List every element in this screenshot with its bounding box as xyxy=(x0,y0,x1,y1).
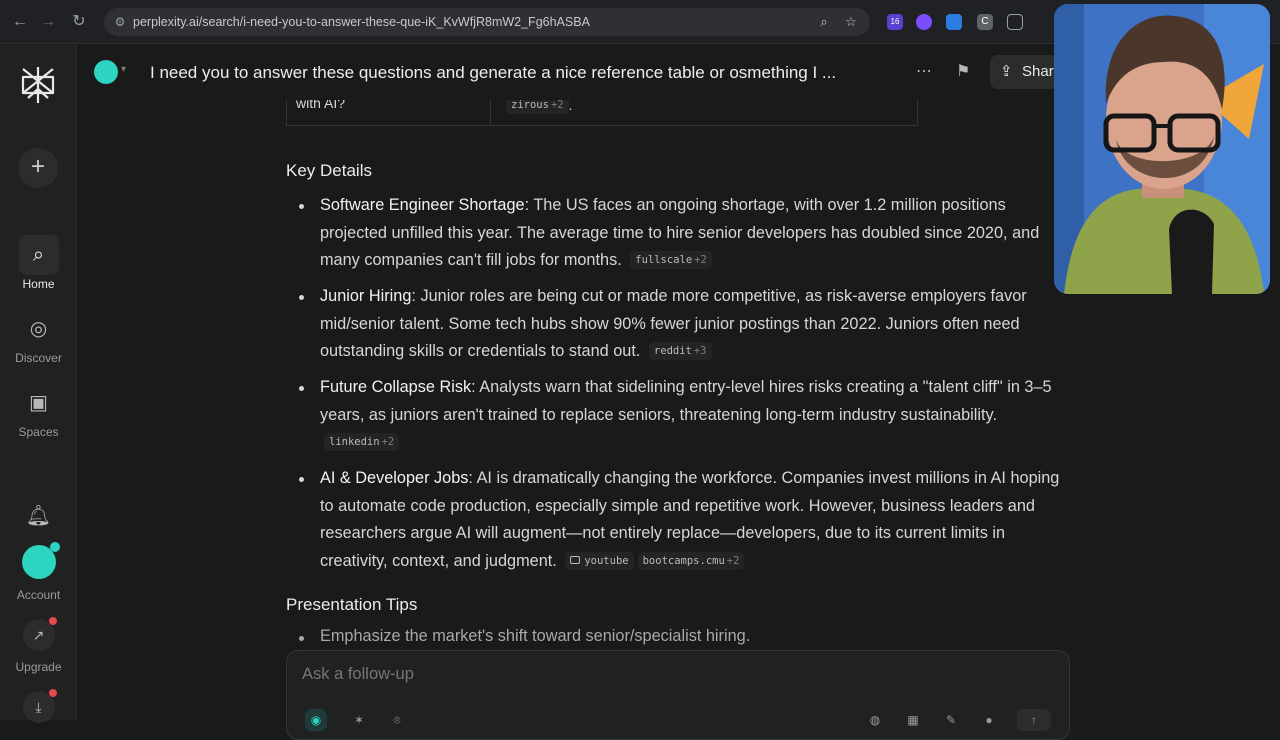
bookmark-star-icon[interactable]: ☆ xyxy=(843,14,859,30)
submit-arrow-icon[interactable]: ↑ xyxy=(1017,709,1051,731)
notifications-button[interactable]: 🔔︎ xyxy=(0,496,77,536)
forward-icon[interactable]: → xyxy=(38,12,58,32)
bell-icon: 🔔︎ xyxy=(25,505,52,527)
model-chip-icon[interactable]: ▦ xyxy=(902,709,924,731)
extension-icon[interactable] xyxy=(916,14,932,30)
sidebar-item-discover[interactable]: ◎ Discover xyxy=(0,309,77,365)
upgrade-icon: ↗ xyxy=(22,617,57,651)
microphone-icon[interactable]: ● xyxy=(978,709,1000,731)
play-icon xyxy=(570,555,581,564)
research-mode-icon[interactable]: ✶ xyxy=(348,709,370,731)
sidebar-item-label: Account xyxy=(16,588,61,602)
webcam-video xyxy=(1054,4,1270,294)
sidebar-item-spaces[interactable]: ▣ Spaces xyxy=(0,383,77,439)
bookmark-icon[interactable]: ⚑ xyxy=(956,61,970,81)
extension-icon[interactable]: C xyxy=(977,14,993,30)
search-mode-icon[interactable]: ◉ xyxy=(305,709,327,731)
list-item: Software Engineer Shortage: The US faces… xyxy=(286,192,1076,275)
status-dot xyxy=(49,542,60,552)
reference-table: with AI? zirous +2. xyxy=(286,100,918,126)
presentation-tips-list: Emphasize the market's shift toward seni… xyxy=(286,627,750,646)
avatar[interactable] xyxy=(94,60,118,84)
url-text[interactable]: perplexity.ai/search/i-need-you-to-answe… xyxy=(133,15,590,29)
item-title: Future Collapse Risk xyxy=(320,378,472,396)
sidebar-item-label: Discover xyxy=(15,351,62,365)
table-cell-citation: zirous +2. xyxy=(502,100,572,115)
key-details-heading: Key Details xyxy=(286,161,372,180)
more-options-icon[interactable]: ⋯ xyxy=(916,61,932,81)
citation-chip[interactable]: fullscale +2 xyxy=(630,251,712,269)
sidebar-item-upgrade[interactable]: ↗ Upgrade xyxy=(0,617,77,674)
extension-badge-count: 16 xyxy=(890,17,900,26)
download-app-button[interactable]: ⤓ xyxy=(0,689,77,723)
extension-icon[interactable] xyxy=(946,14,962,30)
sidebar: + ⌕ Home ◎ Discover ▣ Spaces 🔔︎ Account … xyxy=(0,45,77,723)
sidebar-item-label: Home xyxy=(22,277,55,291)
citation-chip[interactable]: linkedin +2 xyxy=(324,433,400,451)
notification-dot xyxy=(48,689,57,697)
item-title: AI & Developer Jobs xyxy=(320,469,469,487)
globe-icon[interactable]: ◍ xyxy=(864,709,886,731)
sidebar-item-home[interactable]: ⌕ Home xyxy=(0,235,77,291)
item-title: Software Engineer Shortage xyxy=(320,196,525,214)
spaces-icon: ▣ xyxy=(29,392,48,414)
new-thread-button[interactable]: + xyxy=(18,148,58,188)
sidebar-item-label: Spaces xyxy=(18,425,59,439)
attach-icon[interactable]: ✎ xyxy=(940,709,962,731)
download-icon: ⤓ xyxy=(22,689,57,723)
item-title: Junior Hiring xyxy=(320,287,412,305)
share-icon: ⇪ xyxy=(1000,63,1013,80)
extension-badge-icon[interactable]: 16 xyxy=(887,14,903,30)
citation-more: +2 xyxy=(381,436,395,448)
globe-icon: ◎ xyxy=(29,318,48,340)
followup-input[interactable] xyxy=(302,665,902,684)
citation-chip[interactable]: bootcamps.cmu +2 xyxy=(637,551,745,570)
table-cell-text: . xyxy=(568,100,573,113)
chevron-down-icon[interactable]: ▾ xyxy=(121,64,126,75)
key-details-list: Software Engineer Shortage: The US faces… xyxy=(286,192,1076,584)
citation-chip[interactable]: youtube xyxy=(565,551,634,570)
citation-more: +2 xyxy=(694,254,707,266)
sidebar-item-account[interactable]: Account xyxy=(0,542,77,602)
citation-more: +2 xyxy=(726,554,740,567)
list-item: AI & Developer Jobs: AI is dramatically … xyxy=(286,465,1076,575)
citation-chip[interactable]: reddit +3 xyxy=(648,342,712,360)
notification-dot xyxy=(48,617,57,625)
labs-mode-icon[interactable]: ⌾ xyxy=(386,709,408,731)
citation-source: reddit xyxy=(653,345,692,357)
citation-source: bootcamps.cmu xyxy=(642,554,725,567)
citation-more: +3 xyxy=(693,345,707,357)
zoom-icon[interactable]: ⌕ xyxy=(816,14,832,30)
list-item: Junior Hiring: Junior roles are being cu… xyxy=(286,283,1076,366)
citation-source: linkedin xyxy=(329,436,380,448)
list-item: Future Collapse Risk: Analysts warn that… xyxy=(286,374,1076,457)
reload-icon[interactable]: ↻ xyxy=(69,12,89,32)
address-bar[interactable]: ⚙ perplexity.ai/search/i-need-you-to-ans… xyxy=(104,8,870,36)
thread-title: I need you to answer these questions and… xyxy=(150,63,837,82)
citation-source: fullscale xyxy=(635,254,693,266)
share-label: Shar xyxy=(1022,63,1054,80)
search-icon: ⌕ xyxy=(18,235,59,275)
citation-chip[interactable]: zirous +2 xyxy=(506,100,569,114)
presentation-tips-heading: Presentation Tips xyxy=(286,595,418,614)
site-info-icon[interactable]: ⚙ xyxy=(112,14,128,30)
table-cell-text: with AI? xyxy=(296,100,346,111)
followup-box: ◉ ✶ ⌾ ◍ ▦ ✎ ● ↑ xyxy=(286,650,1070,740)
citation-source: youtube xyxy=(584,554,629,567)
citation-more: +2 xyxy=(550,100,564,111)
back-icon[interactable]: ← xyxy=(10,12,30,32)
extensions-puzzle-icon[interactable] xyxy=(1007,14,1023,30)
avatar xyxy=(21,542,60,579)
citation-source: zirous xyxy=(511,100,549,111)
list-item: Emphasize the market's shift toward seni… xyxy=(286,627,750,646)
sidebar-item-label: Upgrade xyxy=(15,660,62,674)
perplexity-logo-icon[interactable] xyxy=(20,65,56,105)
